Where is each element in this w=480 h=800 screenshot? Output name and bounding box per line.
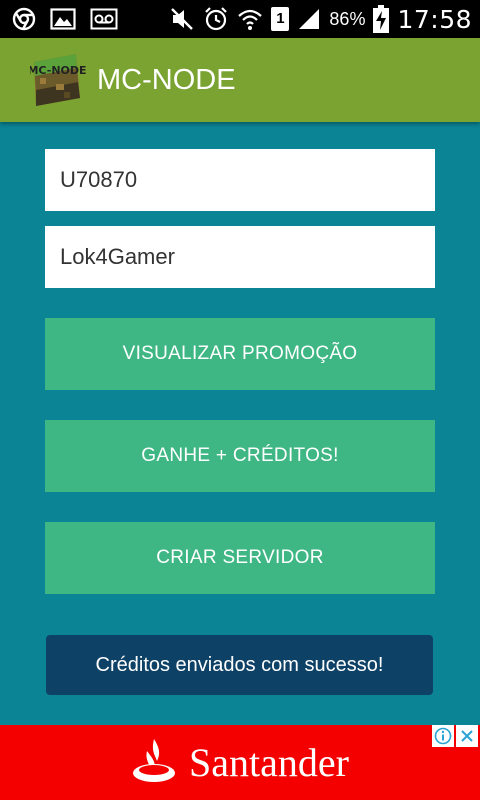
clock: 17:58: [397, 4, 472, 34]
battery-charging-icon: [373, 5, 390, 33]
status-bar: 1 86% 17:58: [0, 0, 480, 38]
success-toast: Créditos enviados com sucesso!: [46, 635, 433, 695]
earn-credits-button[interactable]: GANHE + CRÉDITOS!: [45, 420, 435, 492]
user-id-field[interactable]: [45, 149, 435, 211]
notification-icons: [12, 5, 118, 33]
username-field[interactable]: [45, 226, 435, 288]
info-icon[interactable]: [432, 725, 454, 747]
create-server-button[interactable]: CRIAR SERVIDOR: [45, 522, 435, 594]
ad-brand[interactable]: Santander: [0, 725, 480, 800]
voicemail-icon: [90, 8, 118, 30]
ad-banner[interactable]: Santander: [0, 725, 480, 800]
santander-flame-icon: [131, 737, 177, 788]
image-icon: [50, 8, 76, 30]
action-bar: MC-NODE MC-NODE: [0, 38, 480, 122]
view-promotion-button[interactable]: VISUALIZAR PROMOÇÃO: [45, 318, 435, 390]
alarm-icon: [203, 6, 229, 32]
signal-icon: [297, 7, 321, 31]
svg-text:MC-NODE: MC-NODE: [30, 64, 87, 77]
app-title: MC-NODE: [97, 64, 236, 96]
app-logo-icon: MC-NODE: [27, 52, 88, 110]
chrome-icon: [12, 7, 36, 31]
battery-percent: 86%: [329, 8, 366, 29]
ad-brand-name: Santander: [189, 740, 349, 785]
mute-icon: [169, 6, 195, 32]
system-icons: 1 86% 17:58: [169, 0, 472, 38]
sim-icon: 1: [271, 7, 290, 31]
wifi-icon: [237, 6, 263, 32]
close-icon[interactable]: [456, 725, 478, 747]
toast-message: Créditos enviados com sucesso!: [95, 653, 384, 676]
